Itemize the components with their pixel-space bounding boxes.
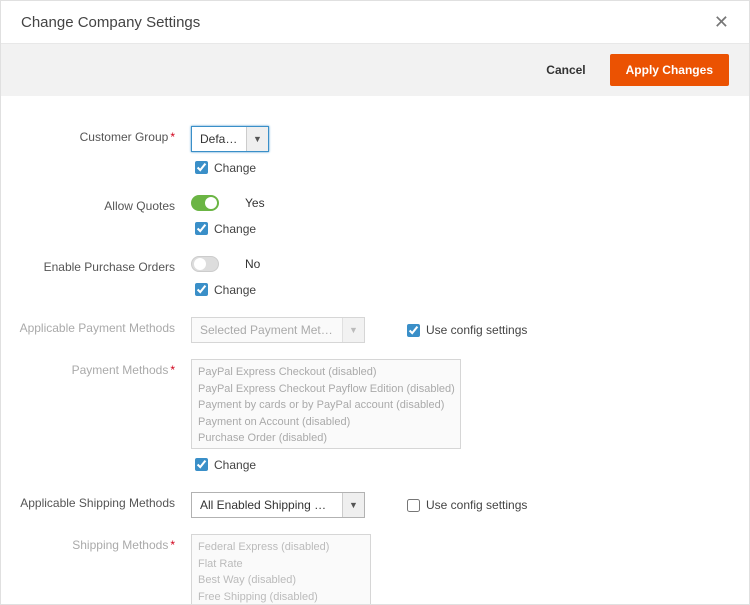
label-applicable-shipping: Applicable Shipping Methods — [11, 492, 191, 510]
change-label: Change — [214, 458, 256, 472]
label-payment-methods: Payment Methods* — [11, 359, 191, 377]
change-label: Change — [214, 161, 256, 175]
use-config-label: Use config settings — [426, 498, 527, 512]
enable-po-change-row: Change — [191, 280, 729, 299]
payment-methods-change-row: Change — [191, 455, 729, 474]
applicable-payment-select[interactable]: Selected Payment Methods ▼ — [191, 317, 365, 343]
cancel-button[interactable]: Cancel — [540, 62, 591, 78]
modal-title: Change Company Settings — [21, 14, 200, 31]
required-marker: * — [170, 130, 175, 144]
shipping-methods-multiselect[interactable]: Federal Express (disabled) Flat Rate Bes… — [191, 534, 371, 605]
applicable-payment-use-config: Use config settings — [403, 321, 527, 340]
change-label: Change — [214, 283, 256, 297]
applicable-payment-use-config-checkbox[interactable] — [407, 324, 420, 337]
applicable-shipping-use-config: Use config settings — [403, 496, 527, 515]
list-item: Payment by cards or by PayPal account (d… — [198, 397, 454, 414]
allow-quotes-toggle[interactable] — [191, 195, 219, 211]
customer-group-change-row: Change — [191, 158, 729, 177]
list-item: Federal Express (disabled) — [198, 539, 364, 556]
enable-po-change-checkbox[interactable] — [195, 283, 208, 296]
chevron-down-icon: ▼ — [342, 493, 364, 517]
field-allow-quotes: Allow Quotes Yes — [11, 195, 729, 213]
field-enable-po: Enable Purchase Orders No — [11, 256, 729, 274]
field-payment-methods: Payment Methods* PayPal Express Checkout… — [11, 359, 729, 449]
actions-bar: Cancel Apply Changes — [1, 44, 749, 96]
payment-methods-multiselect[interactable]: PayPal Express Checkout (disabled) PayPa… — [191, 359, 461, 449]
apply-changes-button[interactable]: Apply Changes — [610, 54, 729, 86]
customer-group-select[interactable]: Default (Ge... ▼ — [191, 126, 269, 152]
company-settings-modal: Change Company Settings ✕ Cancel Apply C… — [0, 0, 750, 605]
label-shipping-methods: Shipping Methods* — [11, 534, 191, 552]
allow-quotes-change-checkbox[interactable] — [195, 222, 208, 235]
enable-po-toggle[interactable] — [191, 256, 219, 272]
list-item: Best Way (disabled) — [198, 572, 364, 589]
chevron-down-icon: ▼ — [246, 127, 268, 151]
use-config-label: Use config settings — [426, 323, 527, 337]
label-enable-po: Enable Purchase Orders — [11, 256, 191, 274]
list-item: PayPal Express Checkout Payflow Edition … — [198, 381, 454, 398]
allow-quotes-change-row: Change — [191, 219, 729, 238]
form-area: Customer Group* Default (Ge... ▼ Change … — [1, 96, 749, 605]
applicable-shipping-select[interactable]: All Enabled Shipping Methods ▼ — [191, 492, 365, 518]
label-applicable-payment: Applicable Payment Methods — [11, 317, 191, 335]
list-item: Purchase Order (disabled) — [198, 430, 454, 447]
payment-methods-change-checkbox[interactable] — [195, 458, 208, 471]
list-item: Payment on Account (disabled) — [198, 414, 454, 431]
label-customer-group: Customer Group* — [11, 126, 191, 144]
list-item: Stored Cards (Payflow Pro) (disabled) — [198, 447, 454, 450]
change-label: Change — [214, 222, 256, 236]
field-applicable-payment: Applicable Payment Methods Selected Paym… — [11, 317, 729, 343]
field-applicable-shipping: Applicable Shipping Methods All Enabled … — [11, 492, 729, 518]
close-icon[interactable]: ✕ — [714, 13, 729, 31]
label-allow-quotes: Allow Quotes — [11, 195, 191, 213]
chevron-down-icon: ▼ — [342, 318, 364, 342]
enable-po-value: No — [245, 257, 260, 271]
list-item: Flat Rate — [198, 556, 364, 573]
required-marker: * — [170, 363, 175, 377]
list-item: PayPal Express Checkout (disabled) — [198, 364, 454, 381]
field-shipping-methods: Shipping Methods* Federal Express (disab… — [11, 534, 729, 605]
list-item: Free Shipping (disabled) — [198, 589, 364, 605]
field-customer-group: Customer Group* Default (Ge... ▼ — [11, 126, 729, 152]
applicable-shipping-use-config-checkbox[interactable] — [407, 499, 420, 512]
allow-quotes-value: Yes — [245, 196, 265, 210]
required-marker: * — [170, 538, 175, 552]
customer-group-change-checkbox[interactable] — [195, 161, 208, 174]
modal-header: Change Company Settings ✕ — [1, 1, 749, 44]
